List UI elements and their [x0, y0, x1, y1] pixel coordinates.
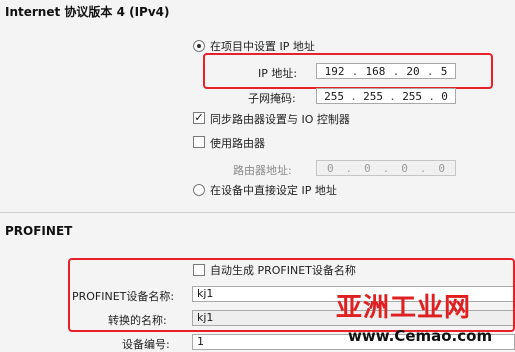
router-octet-3: 0	[401, 161, 408, 175]
router-octet-2: 0	[364, 161, 371, 175]
device-number-label: 设备编号:	[122, 338, 170, 351]
router-address-field[interactable]: 0. 0. 0. 0	[316, 160, 456, 176]
subnet-octet-3: 255	[402, 89, 423, 103]
subnet-mask-label: 子网掩码:	[248, 92, 296, 105]
set-ip-in-project-radio[interactable]	[193, 40, 205, 52]
router-address-label: 路由器地址:	[233, 164, 292, 177]
watermark-url: www.Cemao.com	[348, 327, 493, 345]
use-router-label: 使用路由器	[210, 137, 265, 150]
subnet-octet-1: 255	[324, 89, 344, 103]
ipv4-section-title: Internet 协议版本 4 (IPv4)	[5, 5, 170, 19]
subnet-octet-4: 0	[441, 89, 448, 103]
sync-router-label: 同步路由器设置与 IO 控制器	[210, 113, 350, 126]
sync-router-checkbox[interactable]: ✓	[193, 112, 205, 124]
section-divider	[0, 212, 515, 213]
watermark-logo-text: 亚洲工业网	[336, 293, 472, 323]
subnet-mask-field[interactable]: 255. 255. 255. 0	[316, 88, 456, 104]
router-octet-4: 0	[438, 161, 445, 175]
ip-highlight-box	[203, 53, 493, 89]
set-ip-in-project-label: 在项目中设置 IP 地址	[210, 40, 315, 53]
set-ip-in-device-label: 在设备中直接设定 IP 地址	[210, 184, 337, 197]
profinet-section-title: PROFINET	[5, 224, 73, 238]
router-octet-1: 0	[326, 161, 334, 175]
use-router-checkbox[interactable]	[193, 136, 205, 148]
subnet-octet-2: 255	[363, 89, 384, 103]
set-ip-in-device-radio[interactable]	[193, 184, 205, 196]
